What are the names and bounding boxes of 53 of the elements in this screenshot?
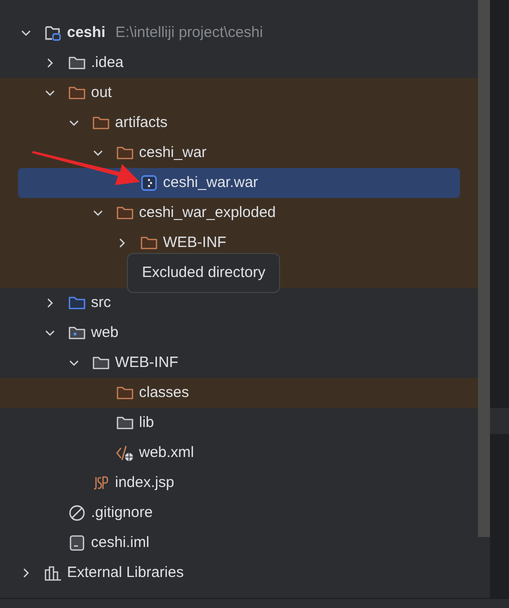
- tree-row[interactable]: ceshi_war: [18, 138, 460, 168]
- tree-row[interactable]: ceshi_war_exploded: [18, 198, 460, 228]
- file-name: .gitignore: [91, 502, 153, 523]
- archive-icon: [140, 174, 158, 192]
- file-name: .idea: [91, 52, 124, 73]
- ignore-icon: [68, 504, 86, 522]
- file-name: src: [91, 292, 111, 313]
- library-icon: [44, 564, 62, 582]
- tooltip: Excluded directory: [127, 253, 280, 293]
- xml-file-icon: [116, 444, 134, 462]
- file-name: lib: [139, 412, 154, 433]
- file-name: web: [91, 322, 119, 343]
- folder-icon: [116, 384, 134, 402]
- tree-row[interactable]: External Libraries: [18, 558, 460, 588]
- tree-row[interactable]: .gitignore: [18, 498, 460, 528]
- file-name: web.xml: [139, 442, 194, 463]
- tree-row[interactable]: artifacts: [18, 108, 460, 138]
- tree-row[interactable]: ceshi.iml: [18, 528, 460, 558]
- tree-row[interactable]: out: [18, 78, 460, 108]
- file-name: artifacts: [115, 112, 168, 133]
- folder-icon: [68, 324, 86, 342]
- tree-row[interactable]: web.xml: [18, 438, 460, 468]
- file-name: out: [91, 82, 112, 103]
- file-name: ceshi_war.war: [163, 172, 258, 193]
- file-name: WEB-INF: [163, 232, 226, 253]
- folder-icon: [68, 84, 86, 102]
- folder-icon: [116, 204, 134, 222]
- folder-icon: [68, 294, 86, 312]
- file-name: ceshi: [67, 22, 106, 43]
- tree-row[interactable]: ceshi_war.war: [18, 168, 460, 198]
- tree-row[interactable]: index.jsp: [18, 468, 460, 498]
- tree-row[interactable]: classes: [18, 378, 460, 408]
- tree-row[interactable]: web: [18, 318, 460, 348]
- folder-icon: [116, 414, 134, 432]
- file-name: ceshi_war_exploded: [139, 202, 276, 223]
- jsp-file-icon: [92, 474, 110, 492]
- folder-icon: [116, 144, 134, 162]
- folder-icon: [92, 114, 110, 132]
- folder-icon: [92, 354, 110, 372]
- module-file-icon: [68, 534, 86, 552]
- tree-row[interactable]: lib: [18, 408, 460, 438]
- project-path: E:\intelliji project\ceshi: [115, 22, 263, 43]
- file-name: ceshi.iml: [91, 532, 150, 553]
- file-name: External Libraries: [67, 562, 184, 583]
- file-name: classes: [139, 382, 190, 403]
- file-name: index.jsp: [115, 472, 174, 493]
- file-name: ceshi_war: [139, 142, 207, 163]
- file-name: WEB-INF: [115, 352, 178, 373]
- tree-row[interactable]: .idea: [18, 48, 460, 78]
- folder-icon: [44, 24, 62, 42]
- folder-icon: [68, 54, 86, 72]
- tree-row[interactable]: WEB-INF: [18, 348, 460, 378]
- tree-row[interactable]: ceshi E:\intelliji project\ceshi: [18, 18, 460, 48]
